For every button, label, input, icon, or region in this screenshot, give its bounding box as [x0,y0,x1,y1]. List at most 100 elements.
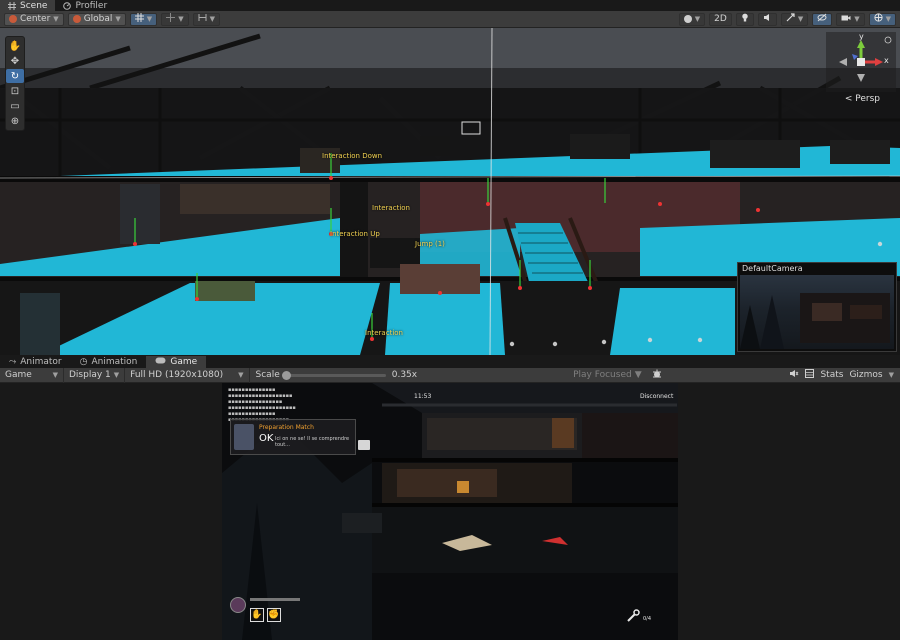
ability-slot-2[interactable]: ✊ [267,608,281,622]
gizmo-x-label: x [884,56,889,65]
globe-icon [72,15,81,23]
gizmo-globe-icon [874,13,883,25]
bug-icon[interactable] [652,369,662,382]
chevron-down-icon: ▼ [53,15,59,23]
camera-settings-dropdown[interactable]: ▼ [836,12,865,26]
gizmos-dropdown[interactable]: ▼ [868,12,896,26]
hash-icon [8,1,16,10]
scene-label-interaction-bottom[interactable]: Interaction [365,329,403,337]
match-notification: Preparation Match OK Ici on ne se! Il se… [230,419,356,455]
tab-animator[interactable]: ⤳ Animator [0,356,71,368]
tab-profiler[interactable]: Profiler [55,0,115,11]
notification-message: Ici on ne se! Il se comprendre tout... [275,436,350,448]
game-frame[interactable]: ▪▪▪▪▪▪▪▪▪▪▪▪▪▪ ▪▪▪▪▪▪▪▪▪▪▪▪▪▪▪▪▪▪▪ ▪▪▪▪▪▪▪… [222,383,678,640]
grab-ability-icon: ✊ [268,610,280,620]
toggle-2d-label: 2D [714,14,727,24]
transform-icon: ⊕ [10,115,20,127]
snap-settings-icon [198,13,207,25]
space-dropdown[interactable]: Global ▼ [67,12,126,26]
mute-audio-icon[interactable] [789,369,799,381]
bottom-tab-strip: ⤳ Animator ◷ Animation Game [0,356,900,368]
scene-visibility-toggle[interactable] [812,12,833,26]
debug-stats-panel: ▪▪▪▪▪▪▪▪▪▪▪▪▪▪ ▪▪▪▪▪▪▪▪▪▪▪▪▪▪▪▪▪▪▪ ▪▪▪▪▪▪▪… [228,387,296,423]
scene-label-interaction-up[interactable]: Interaction Up [330,230,380,238]
scene-viewport[interactable]: Interaction Down Interaction Interaction… [0,28,900,355]
animator-icon: ⤳ [9,357,17,367]
gizmos-button[interactable]: Gizmos [849,370,882,380]
effects-icon [786,13,795,25]
perspective-toggle[interactable]: < Persp [845,94,880,104]
chevron-down-icon: ▼ [694,15,701,23]
chevron-down-icon: ▼ [797,15,804,23]
snap-icon [166,13,176,25]
move-tool[interactable]: ✥ [6,54,24,68]
chevron-down-icon: ▼ [634,370,642,380]
chevron-down-icon: ▼ [209,15,215,23]
speaker-icon [763,13,772,25]
effects-dropdown[interactable]: ▼ [780,12,809,26]
scene-label-jump[interactable]: Jump (1) [415,240,445,248]
resolution-dropdown[interactable]: Full HD (1920x1080) ▼ [125,367,250,383]
player-avatar [230,597,246,613]
tab-game[interactable]: Game [146,356,207,368]
incremental-snap-button[interactable]: ▼ [192,12,220,26]
hand-tool[interactable]: ✋ [6,39,24,53]
game-mode-label: Game [5,370,32,380]
scene-label-interaction[interactable]: Interaction [372,204,410,212]
chevron-down-icon[interactable]: ▼ [889,371,894,379]
pivot-dropdown[interactable]: Center ▼ [4,12,64,26]
rect-icon: ▭ [10,100,20,112]
lighting-toggle[interactable] [735,12,754,26]
tab-animator-label: Animator [20,357,62,367]
display-dropdown[interactable]: Display 1 ▼ [64,367,126,383]
eye-slash-icon [817,13,827,25]
gamepad-icon [155,357,166,367]
tab-animation[interactable]: ◷ Animation [71,356,147,368]
chevron-down-icon: ▼ [146,15,153,23]
camera-preview-title: DefaultCamera [742,264,803,273]
avatar [234,424,254,450]
chevron-down-icon: ▼ [854,15,860,23]
clock-icon: ◷ [79,357,88,367]
notification-title: Preparation Match [259,424,314,431]
scale-slider[interactable] [281,370,386,380]
game-mode-dropdown[interactable]: Game ▼ [0,367,64,383]
tab-scene-label: Scene [20,0,48,11]
chevron-down-icon: ▼ [178,15,184,23]
tab-game-label: Game [170,357,198,367]
stats-button[interactable]: Stats [820,370,843,380]
rect-tool[interactable]: ▭ [6,99,24,113]
chevron-down-icon: ▼ [885,15,891,23]
scale-tool[interactable]: ⊡ [6,84,24,98]
window-tab-strip: Scene Profiler [0,0,900,11]
pivot-icon [9,15,17,23]
ability-slot-1[interactable]: ✋ [250,608,264,622]
scale-slider-knob[interactable] [281,370,291,380]
tab-animation-label: Animation [91,357,138,367]
shading-sphere-icon [683,15,692,23]
scene-toolbar: Center ▼ Global ▼ ▼ ▼ ▼ ▼ 2D ▼ ▼ ▼ [0,11,900,28]
game-view-area: ▪▪▪▪▪▪▪▪▪▪▪▪▪▪ ▪▪▪▪▪▪▪▪▪▪▪▪▪▪▪▪▪▪▪ ▪▪▪▪▪▪▪… [0,383,900,640]
match-timer: 11:53 [414,393,432,400]
toggle-2d-button[interactable]: 2D [709,12,732,26]
audio-toggle[interactable] [757,12,777,26]
rotate-tool[interactable]: ↻ [6,69,24,83]
disconnect-button[interactable]: Disconnect [640,393,673,400]
tab-scene[interactable]: Scene [0,0,56,11]
move-icon: ✥ [10,55,20,67]
notification-action-button[interactable] [358,440,370,450]
shading-mode-dropdown[interactable]: ▼ [678,12,706,26]
scale-value: 0.35x [391,370,418,380]
scale-label: Scale [255,370,280,380]
chevron-down-icon: ▼ [115,15,121,23]
snap-increment-button[interactable]: ▼ [161,12,189,26]
play-focused-dropdown[interactable]: Play Focused ▼ [573,370,642,380]
scene-tools-palette: ✋ ✥ ↻ ⊡ ▭ ⊕ [5,36,25,131]
perspective-label: Persp [855,94,880,104]
game-toolbar: Game ▼ Display 1 ▼ Full HD (1920x1080) ▼… [0,367,900,383]
scale-icon: ⊡ [10,85,20,97]
gizmo-y-label: y [859,32,864,41]
transform-tool[interactable]: ⊕ [6,114,24,128]
grid-snap-button[interactable]: ▼ [129,12,158,26]
scene-label-interaction-down[interactable]: Interaction Down [322,152,382,160]
